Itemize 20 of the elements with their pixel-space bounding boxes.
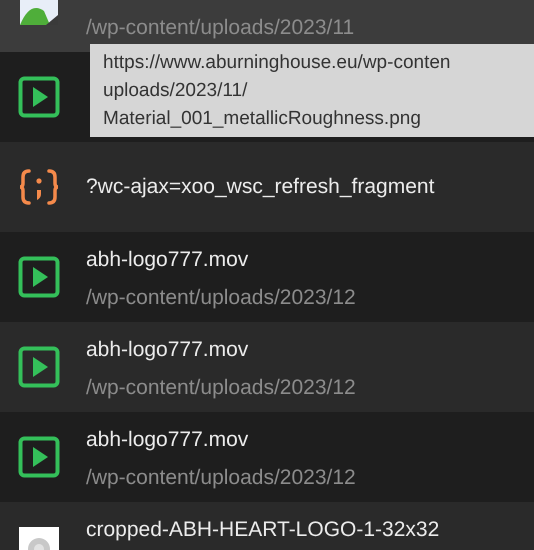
file-path: /wp-content/uploads/2023/11 — [86, 15, 354, 41]
tooltip-line: Material_001_metallicRoughness.png — [103, 107, 422, 131]
file-path: /wp-content/uploads/2023/12 — [86, 465, 356, 491]
file-name: abh-logo777.mov — [86, 247, 250, 273]
file-row[interactable]: abh-logo777.mov /wp-content/uploads/2023/12 — [0, 322, 534, 412]
file-path: /wp-content/uploads/2023/12 — [86, 375, 356, 401]
tooltip-line: uploads/2023/11/ — [103, 79, 248, 103]
play-icon — [18, 346, 60, 388]
play-icon — [18, 76, 60, 118]
play-icon — [18, 436, 60, 478]
file-row[interactable]: cropped-ABH-HEART-LOGO-1-32x32 — [0, 502, 534, 550]
play-icon — [18, 256, 60, 298]
file-name: abh-logo777.mov — [86, 427, 250, 453]
file-name: cropped-ABH-HEART-LOGO-1-32x32 — [86, 517, 440, 543]
file-path: /wp-content/uploads/2023/12 — [86, 285, 356, 311]
tooltip-line: https://www.aburninghouse.eu/wp-conten — [103, 51, 452, 75]
file-row[interactable]: ?wc-ajax=xoo_wsc_refresh_fragment — [0, 142, 534, 232]
braces-icon — [18, 167, 60, 207]
file-name: abh-logo777.mov — [86, 337, 250, 363]
file-name: ?wc-ajax=xoo_wsc_refresh_fragment — [86, 174, 434, 200]
